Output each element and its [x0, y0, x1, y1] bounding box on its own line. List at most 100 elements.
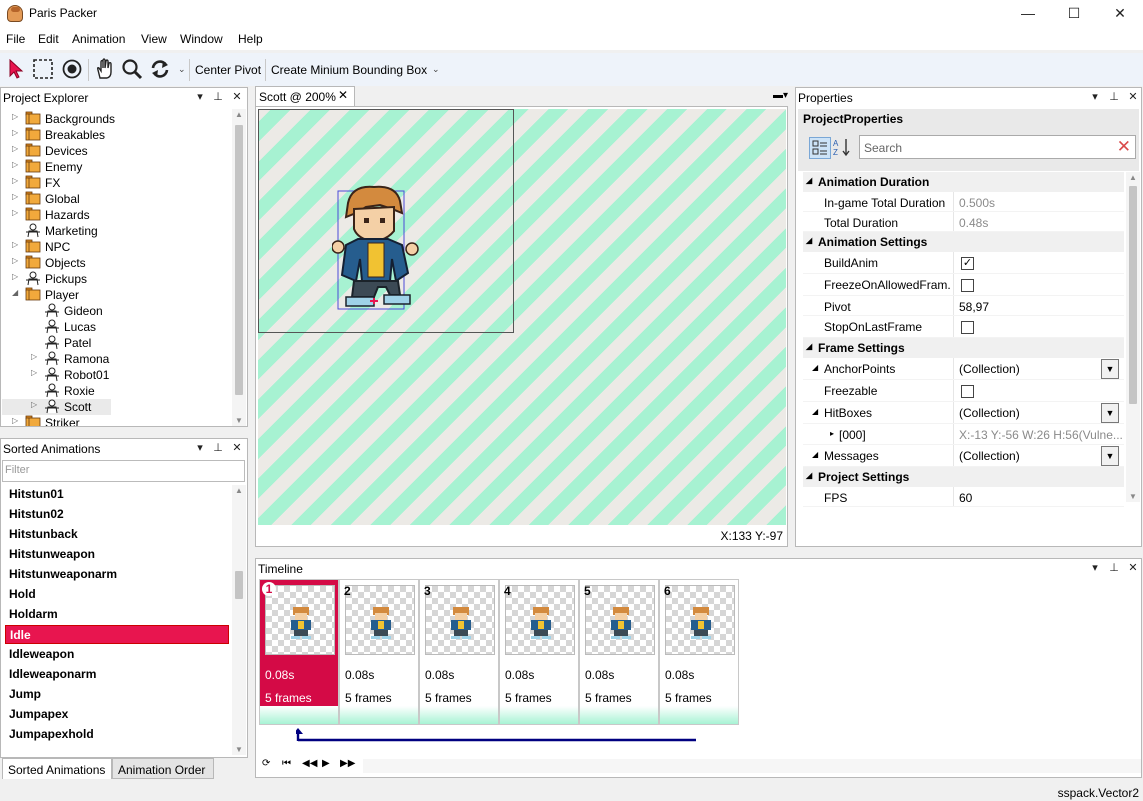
tree-item-marketing[interactable]: Marketing	[2, 223, 228, 239]
tree-item-patel[interactable]: Patel	[2, 335, 228, 351]
tree-item-pickups[interactable]: ▷ Pickups	[2, 271, 228, 287]
menu-help[interactable]: Help	[238, 32, 263, 46]
animation-item[interactable]: Jumpapex	[5, 705, 229, 724]
timeline-frame[interactable]: 2 0.08s 5 frames	[339, 579, 419, 725]
property-value[interactable]: 0.48s	[959, 216, 1123, 230]
expanded-arrow-icon[interactable]: ◢	[12, 288, 18, 297]
tree-item-lucas[interactable]: Lucas	[2, 319, 228, 335]
property-scrollbar[interactable]: ▲ ▼	[1126, 172, 1140, 502]
animation-item[interactable]: Jump	[5, 685, 229, 704]
refresh-icon[interactable]	[148, 56, 172, 82]
tree-scrollbar[interactable]: ▲ ▼	[232, 109, 246, 426]
property-category[interactable]: ◢ Project Settings	[803, 467, 1124, 487]
animation-item[interactable]: Hitstunweapon	[5, 545, 229, 564]
document-menu-icon[interactable]: ▬▾	[773, 90, 788, 101]
tab-animation-order[interactable]: Animation Order	[112, 758, 214, 779]
property-row[interactable]: FreezeOnAllowedFram...	[803, 274, 1124, 296]
collapse-arrow-icon[interactable]: ◢	[806, 236, 812, 245]
expand-arrow-icon[interactable]: ◢	[812, 407, 818, 416]
panel-close-icon[interactable]: ✕	[1126, 90, 1140, 103]
toolbar-overflow-icon[interactable]: ⌄	[178, 64, 186, 75]
tree-item-objects[interactable]: ▷ Objects	[2, 255, 228, 271]
collapsed-arrow-icon[interactable]: ▷	[31, 400, 37, 409]
first-frame-icon[interactable]: ⏮	[282, 758, 291, 769]
tab-sorted-animations[interactable]: Sorted Animations	[2, 758, 112, 779]
property-category[interactable]: ◢ Frame Settings	[803, 338, 1124, 358]
animation-item[interactable]: Hold	[5, 585, 229, 604]
dropdown-arrow-icon[interactable]: ▼	[1101, 359, 1119, 379]
sprite-canvas[interactable]: X:133 Y:-97	[255, 106, 788, 547]
property-category[interactable]: ◢ Animation Duration	[803, 172, 1124, 192]
collapsed-arrow-icon[interactable]: ▷	[12, 208, 18, 217]
panel-close-icon[interactable]: ✕	[230, 441, 244, 454]
animation-item[interactable]: Hitstunweaponarm	[5, 565, 229, 584]
collapsed-arrow-icon[interactable]: ▷	[31, 368, 37, 377]
tree-item-striker[interactable]: ▷ Striker	[2, 415, 228, 426]
property-value[interactable]: (Collection)	[959, 449, 1123, 463]
tab-scott-document[interactable]: Scott @ 200% ✕	[255, 86, 355, 106]
expand-arrow-icon[interactable]: ◢	[812, 450, 818, 459]
property-row[interactable]: ▸ [000] X:-13 Y:-56 W:26 H:56(Vulne...	[803, 424, 1124, 445]
collapsed-arrow-icon[interactable]: ▷	[31, 352, 37, 361]
property-category[interactable]: ◢ Animation Settings	[803, 232, 1124, 252]
panel-menu-icon[interactable]: ▾	[193, 441, 207, 454]
collapse-arrow-icon[interactable]: ◢	[806, 342, 812, 351]
tree-item-scott[interactable]: ▷ Scott	[2, 399, 111, 415]
collapse-arrow-icon[interactable]: ◢	[806, 176, 812, 185]
property-row[interactable]: FPS 60	[803, 487, 1124, 507]
timeline-scrollbar[interactable]	[363, 759, 1141, 773]
loop-icon[interactable]: ⟳	[262, 758, 270, 769]
collapsed-arrow-icon[interactable]: ▷	[12, 240, 18, 249]
property-row[interactable]: ◢ Messages (Collection) ▼	[803, 445, 1124, 467]
next-frame-icon[interactable]: ▶▶	[340, 758, 355, 769]
animation-item[interactable]: Holdarm	[5, 605, 229, 624]
tree-item-player[interactable]: ◢ Player	[2, 287, 228, 303]
collapsed-arrow-icon[interactable]: ▷	[12, 176, 18, 185]
categorized-view-icon[interactable]	[809, 137, 831, 159]
property-checkbox[interactable]	[961, 384, 974, 398]
collapsed-arrow-icon[interactable]: ▷	[12, 192, 18, 201]
timeline-frame[interactable]: 1 0.08s 5 frames	[259, 579, 339, 725]
animation-item[interactable]: Jumpapexhold	[5, 725, 229, 744]
pin-icon[interactable]: ⊥	[1107, 561, 1121, 574]
property-value[interactable]: 0.500s	[959, 196, 1123, 210]
menu-edit[interactable]: Edit	[38, 32, 59, 46]
property-value[interactable]: (Collection)	[959, 362, 1123, 376]
animation-item[interactable]: Idleweaponarm	[5, 665, 229, 684]
property-row[interactable]: StopOnLastFrame	[803, 316, 1124, 338]
timeline-frame[interactable]: 5 0.08s 5 frames	[579, 579, 659, 725]
alphabetical-sort-icon[interactable]: AZ	[832, 137, 854, 159]
pin-icon[interactable]: ⊥	[211, 90, 225, 103]
pin-icon[interactable]: ⊥	[1107, 90, 1121, 103]
property-value[interactable]: 60	[959, 491, 1123, 505]
close-button[interactable]: ✕	[1097, 0, 1143, 28]
animation-item[interactable]: Idleweapon	[5, 645, 229, 664]
panel-close-icon[interactable]: ✕	[230, 90, 244, 103]
tree-item-devices[interactable]: ▷ Devices	[2, 143, 228, 159]
property-row[interactable]: Total Duration 0.48s	[803, 212, 1124, 232]
filter-input[interactable]: Filter	[2, 460, 245, 482]
panel-close-icon[interactable]: ✕	[1126, 561, 1140, 574]
center-pivot-button[interactable]: Center Pivot	[195, 63, 261, 77]
clear-search-icon[interactable]: ✕	[1117, 137, 1131, 157]
pan-hand-icon[interactable]	[93, 56, 117, 82]
menu-file[interactable]: File	[6, 32, 25, 46]
maximize-button[interactable]: ☐	[1051, 0, 1097, 28]
toolbar-overflow-icon-2[interactable]: ⌄	[432, 64, 440, 75]
property-row[interactable]: ◢ HitBoxes (Collection) ▼	[803, 402, 1124, 424]
property-checkbox[interactable]	[961, 320, 974, 334]
tree-item-roxie[interactable]: Roxie	[2, 383, 228, 399]
property-value[interactable]: X:-13 Y:-56 W:26 H:56(Vulne...	[959, 428, 1123, 442]
dropdown-arrow-icon[interactable]: ▼	[1101, 446, 1119, 466]
timeline-frame[interactable]: 3 0.08s 5 frames	[419, 579, 499, 725]
tree-item-global[interactable]: ▷ Global	[2, 191, 228, 207]
menu-animation[interactable]: Animation	[72, 32, 125, 46]
tree-item-npc[interactable]: ▷ NPC	[2, 239, 228, 255]
property-row[interactable]: BuildAnim ✓	[803, 252, 1124, 274]
menu-window[interactable]: Window	[180, 32, 223, 46]
dropdown-arrow-icon[interactable]: ▼	[1101, 403, 1119, 423]
property-row[interactable]: In-game Total Duration 0.500s	[803, 192, 1124, 212]
tree-item-backgrounds[interactable]: ▷ Backgrounds	[2, 111, 228, 127]
create-bounding-box-button[interactable]: Create Minium Bounding Box	[271, 63, 427, 77]
collapsed-arrow-icon[interactable]: ▷	[12, 112, 18, 121]
